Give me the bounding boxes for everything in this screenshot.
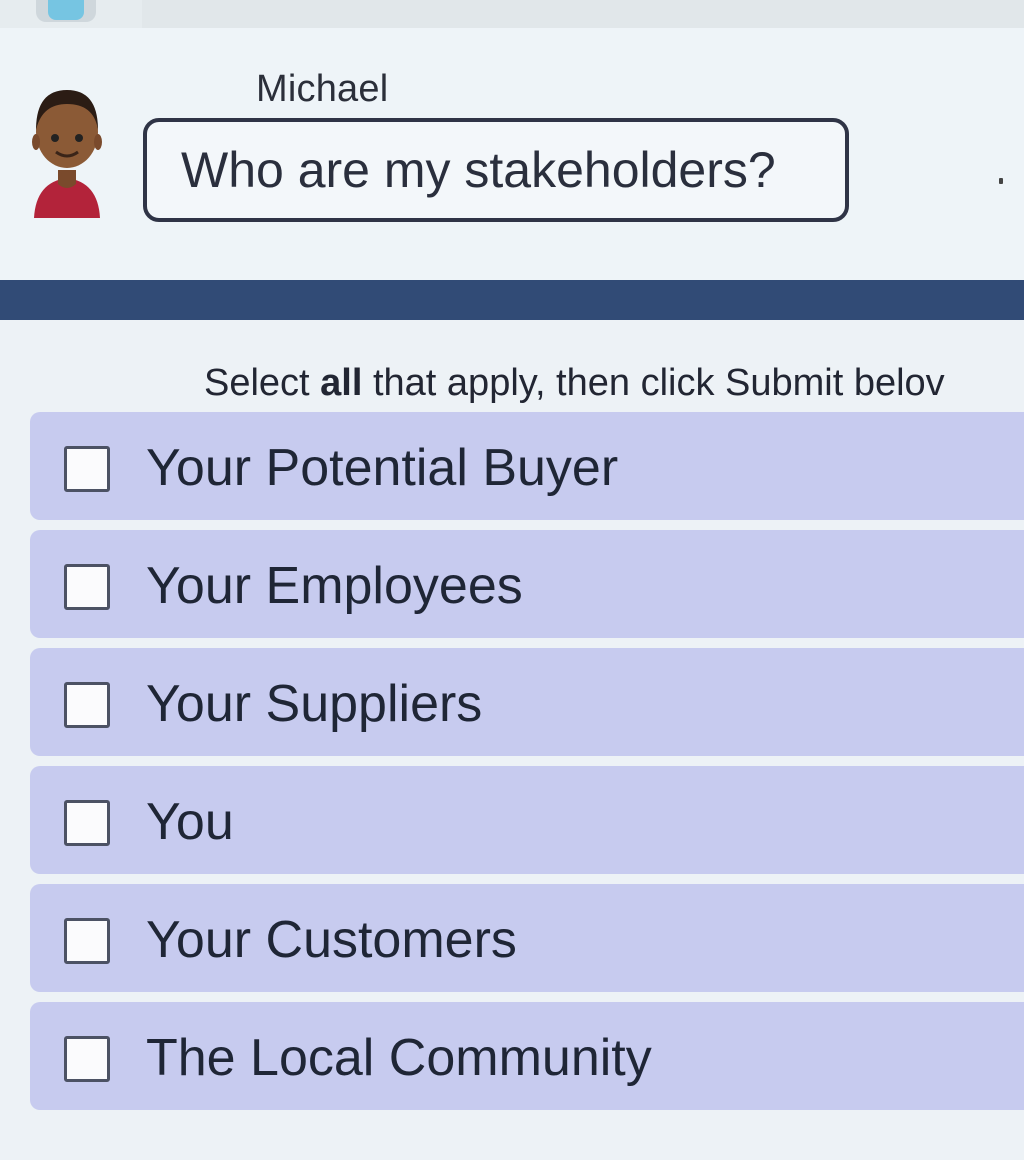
edge-mark [999,178,1003,184]
speaker-name: Michael [256,68,389,110]
chat-message-text: Who are my stakeholders? [181,142,776,198]
previous-avatar-neck [48,0,84,20]
previous-avatar-icon [36,0,96,22]
checkbox-icon[interactable] [64,800,110,846]
checkbox-icon[interactable] [64,682,110,728]
option-your-suppliers[interactable]: Your Suppliers [30,648,1024,756]
checkbox-icon[interactable] [64,564,110,610]
instruction-text: Select all that apply, then click Submit… [204,362,945,405]
option-label: Your Suppliers [146,675,483,733]
option-label: Your Customers [146,911,517,969]
option-your-customers[interactable]: Your Customers [30,884,1024,992]
checkbox-icon[interactable] [64,918,110,964]
option-you[interactable]: You [30,766,1024,874]
checkbox-icon[interactable] [64,1036,110,1082]
previous-message-bar [142,0,1024,28]
checkbox-icon[interactable] [64,446,110,492]
person-avatar-icon [32,90,102,218]
instruction-suffix: that apply, then click Submit belov [362,362,945,404]
option-label: You [146,793,234,851]
option-the-local-community[interactable]: The Local Community [30,1002,1024,1110]
option-your-employees[interactable]: Your Employees [30,530,1024,638]
answer-options-list: Your Potential Buyer Your Employees Your… [30,412,1024,1120]
option-label: Your Employees [146,557,523,615]
option-label: Your Potential Buyer [146,439,619,497]
option-your-potential-buyer[interactable]: Your Potential Buyer [30,412,1024,520]
instruction-prefix: Select [204,362,321,404]
section-divider [0,280,1024,320]
option-label: The Local Community [146,1029,652,1087]
instruction-emphasis: all [320,362,363,404]
chat-message-bubble: Who are my stakeholders? [143,118,849,222]
